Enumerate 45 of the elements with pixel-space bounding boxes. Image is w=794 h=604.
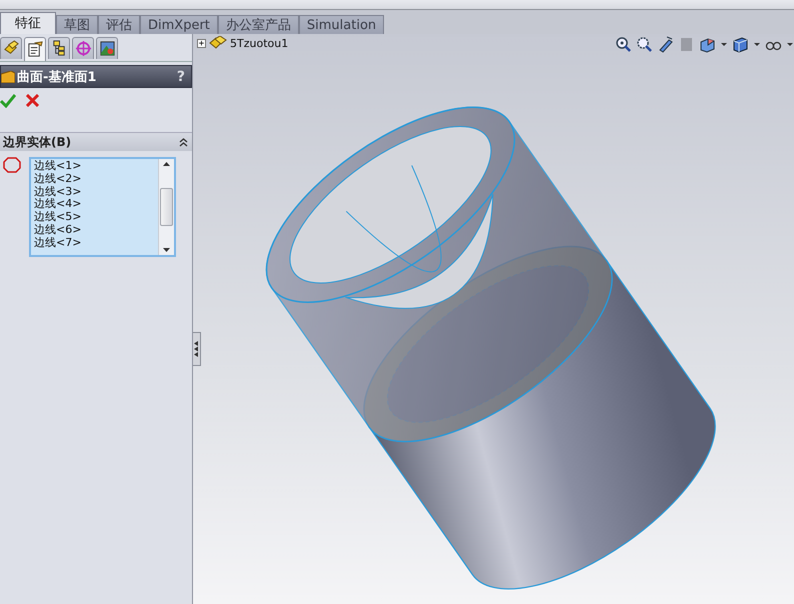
clipboard-icon (26, 41, 44, 58)
panel-tab[interactable] (48, 37, 70, 59)
scroll-up-icon[interactable] (163, 162, 170, 166)
scroll-down-icon[interactable] (163, 248, 170, 252)
panel-tab[interactable] (0, 37, 22, 59)
tab[interactable]: DimXpert (140, 15, 218, 34)
edge-list-item[interactable]: 边线<2> (34, 172, 158, 186)
help-button[interactable]: ? (176, 68, 185, 84)
cancel-icon[interactable] (26, 94, 39, 107)
edge-list-item[interactable]: 边线<6> (34, 224, 158, 237)
panel-tab[interactable] (96, 37, 118, 59)
edge-list-item[interactable]: 边线<1> (34, 160, 158, 173)
scroll-thumb[interactable] (160, 188, 173, 226)
landscape-icon (98, 40, 116, 57)
edge-list-item[interactable]: 边线<4> (34, 198, 158, 212)
tab[interactable]: Simulation (298, 15, 384, 34)
hierarchy-icon (50, 40, 68, 57)
panel-splitter-handle[interactable] (193, 332, 201, 366)
section-title: 边界实体(B) (3, 134, 72, 150)
scrollbar[interactable] (158, 159, 174, 255)
edge-list[interactable]: 边线<1> 边线<2> 边线<3> 边线<4> 边线<5> 边线<6> 边线<7> (29, 157, 176, 257)
cube-view-icon[interactable] (699, 36, 716, 53)
section-view-icon[interactable] (657, 36, 674, 53)
zoom-fit-icon[interactable] (615, 36, 632, 53)
tree-root-label[interactable]: 5Tzuotou1 (230, 36, 288, 50)
parts-icon (209, 36, 227, 50)
zoom-area-icon[interactable] (636, 36, 653, 53)
collapse-chevron-icon[interactable] (179, 138, 188, 146)
surface-icon (1, 70, 15, 82)
edge-list-item[interactable]: 边线<7> (34, 236, 158, 250)
edge-list-item[interactable]: 边线<3> (34, 186, 158, 198)
tab[interactable]: 特征 (0, 12, 56, 34)
edge-list-item[interactable]: 边线<5> (34, 211, 158, 224)
confirm-icon[interactable] (0, 94, 16, 108)
panel-tab[interactable] (24, 37, 46, 61)
cube-shaded-icon[interactable] (732, 36, 749, 53)
tab[interactable]: 评估 (98, 15, 140, 34)
tree-expander[interactable]: + (197, 38, 206, 48)
tab[interactable]: 草图 (56, 15, 98, 34)
section-header[interactable]: 边界实体(B) (0, 133, 192, 151)
collapse-arrows-icon[interactable] (194, 341, 199, 357)
tab[interactable]: 办公室产品 (218, 15, 299, 34)
edge-selection-icon (3, 157, 21, 173)
feature-title: 曲面-基准面1 (17, 68, 98, 86)
crosshair-icon (74, 40, 92, 57)
